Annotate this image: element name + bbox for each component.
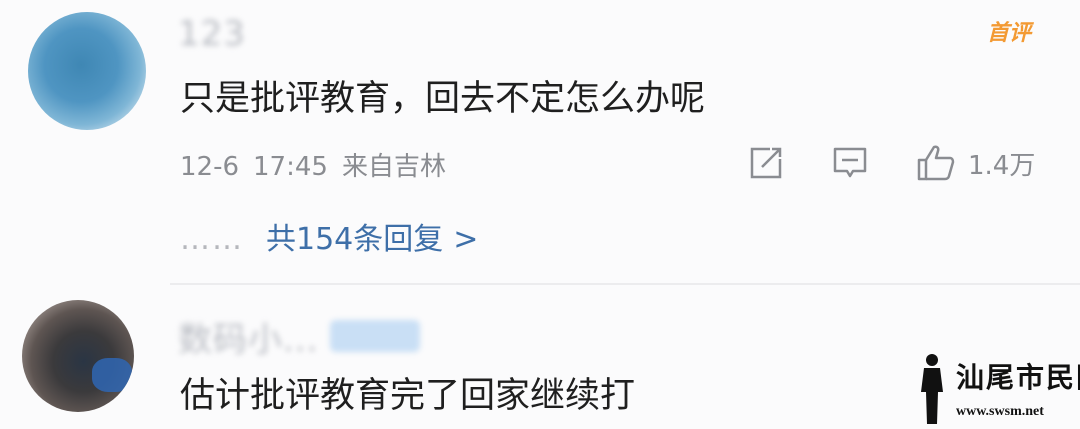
comment-text: 估计批评教育完了回家继续打 [180,376,636,416]
username[interactable]: 数码小... [178,312,318,361]
person-silhouette-icon [921,354,943,424]
watermark-text: 汕尾市民网 [956,361,1080,394]
site-watermark: 汕尾市民网 www.swsm.net [912,352,1080,429]
user-badge [330,320,420,352]
avatar[interactable] [22,300,134,412]
watermark-url: www.swsm.net [956,404,1044,419]
